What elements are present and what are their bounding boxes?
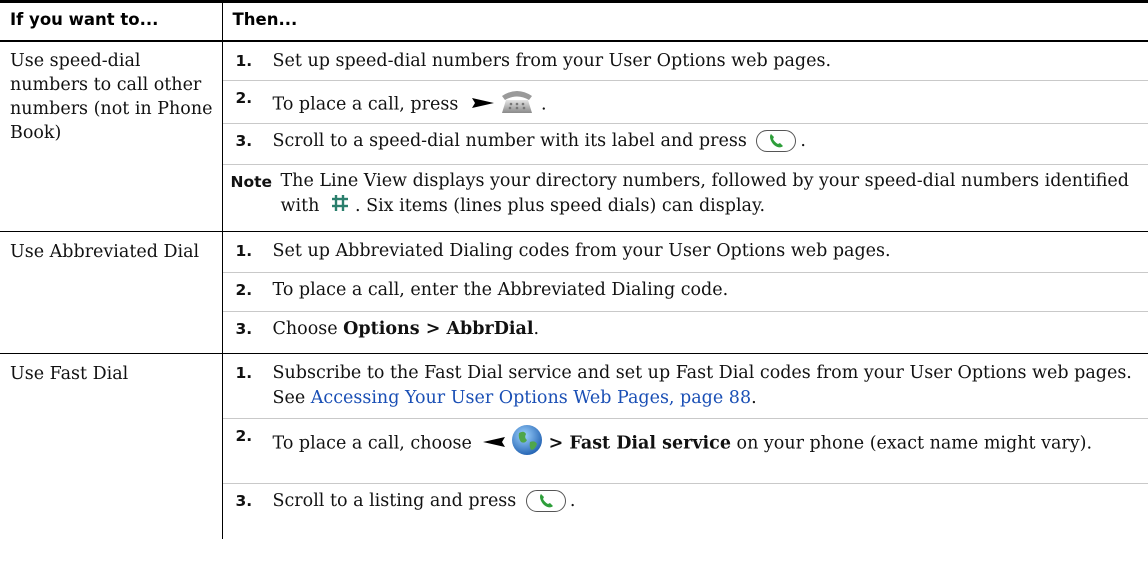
table-row: Use Fast Dial 1. Subscribe to the Fast D…	[0, 353, 1148, 539]
phone-icon	[499, 86, 535, 124]
header-col2: Then...	[221, 0, 1148, 40]
step: 1. Subscribe to the Fast Dial service an…	[223, 354, 1148, 418]
note-text-end: . Six items (lines plus speed dials) can…	[354, 195, 766, 216]
left-arrow-icon	[483, 431, 506, 456]
steps-cell: 1. Set up Abbreviated Dialing codes from…	[221, 231, 1148, 353]
step-text: Choose	[272, 318, 338, 339]
steps-cell: 1. Set up speed-dial numbers from your U…	[221, 40, 1148, 231]
step-text: To place a call, press	[272, 94, 459, 114]
menu-path: Options > AbbrDial	[343, 318, 534, 339]
step-text-end: .	[800, 130, 806, 151]
step: 2. To place a call, press .	[222, 79, 1148, 124]
menu-path: > Fast Dial service	[548, 433, 731, 453]
step: 2. To place a call, choose > Fast Dial s…	[222, 417, 1148, 483]
step-text-end: on your phone (exact name might vary).	[736, 433, 1093, 453]
call-softkey-icon	[525, 490, 566, 512]
step: 3. Scroll to a speed-dial number with it…	[222, 122, 1148, 164]
table-header-row: If you want to... Then...	[0, 0, 1148, 40]
task-cell: Use speed-dial numbers to call other num…	[10, 50, 213, 143]
right-arrow-icon	[471, 92, 494, 117]
cross-reference-link[interactable]: Accessing Your User Options Web Pages, p…	[311, 388, 751, 408]
step: 2. To place a call, enter the Abbreviate…	[222, 271, 1148, 311]
step-text: To place a call, choose	[272, 433, 472, 453]
step-text: Scroll to a speed-dial number with its l…	[272, 130, 747, 151]
step-number: 3.	[235, 131, 253, 150]
step-number: 1.	[235, 363, 253, 382]
step-text-end: .	[751, 387, 757, 408]
step-number: 3.	[235, 319, 253, 338]
step-text: Set up speed-dial numbers from your User…	[272, 50, 832, 71]
step-number: 3.	[235, 491, 253, 510]
globe-services-icon	[511, 424, 543, 464]
task-cell: Use Abbreviated Dial	[10, 241, 200, 262]
step-number: 2.	[235, 426, 253, 445]
steps-cell: 1. Subscribe to the Fast Dial service an…	[221, 353, 1148, 539]
step-text-end: .	[533, 318, 540, 339]
speed-dial-grid-icon	[328, 192, 351, 220]
table-row: Use speed-dial numbers to call other num…	[0, 40, 1148, 231]
task-cell: Use Fast Dial	[10, 363, 129, 384]
step-number: 1.	[235, 51, 253, 70]
step-text: To place a call, enter the Abbreviated D…	[272, 279, 729, 300]
step: 3. Choose Options > AbbrDial.	[222, 310, 1148, 350]
step-number: 2.	[235, 280, 253, 299]
step-number: 1.	[235, 241, 253, 260]
call-softkey-icon	[756, 130, 797, 152]
step: 1. Set up Abbreviated Dialing codes from…	[223, 232, 1148, 272]
table-row: Use Abbreviated Dial 1. Set up Abbreviat…	[0, 231, 1148, 353]
step-number: 2.	[235, 88, 253, 107]
step-text-end: .	[541, 94, 547, 114]
note-label: Note	[230, 172, 273, 191]
header-rule	[0, 40, 1148, 42]
step-text-end: .	[569, 490, 576, 511]
header-col1: If you want to...	[10, 10, 159, 29]
step-text: Scroll to a listing and press	[272, 490, 517, 511]
step: 3. Scroll to a listing and press .	[222, 482, 1148, 522]
step-text: Set up Abbreviated Dialing codes from yo…	[272, 240, 891, 261]
step: 1. Set up speed-dial numbers from your U…	[223, 41, 1148, 80]
instruction-table: If you want to... Then... Use speed-dial…	[0, 0, 1148, 539]
note: Note The Line View displays your directo…	[222, 163, 1148, 225]
